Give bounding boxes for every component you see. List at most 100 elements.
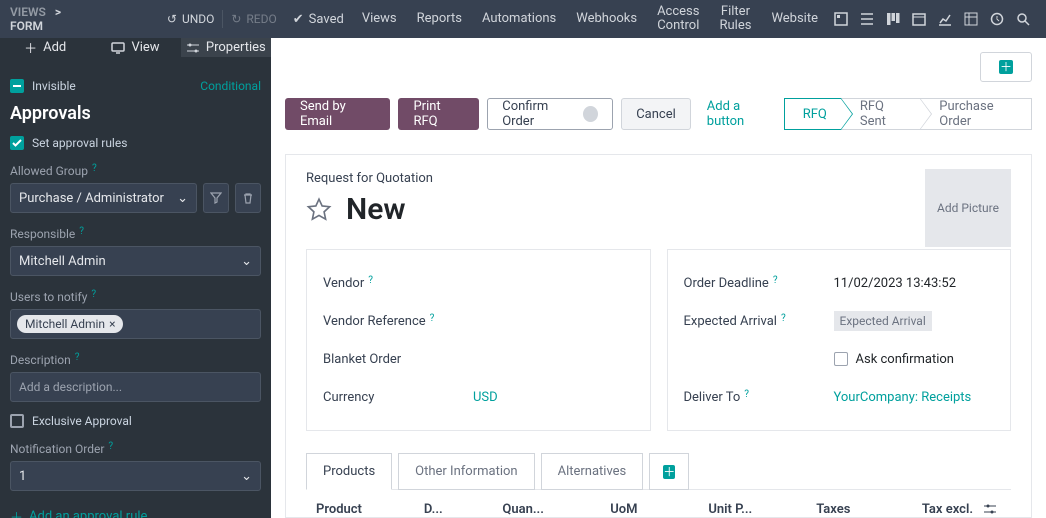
view-form-icon[interactable] xyxy=(828,4,854,34)
menu-access-control[interactable]: Access Control xyxy=(647,0,709,38)
view-search-icon[interactable] xyxy=(1010,4,1036,34)
view-list-icon[interactable] xyxy=(854,4,880,34)
add-approval-rule[interactable]: ＋ Add an approval rule xyxy=(10,507,147,518)
menu-automations[interactable]: Automations xyxy=(472,0,566,38)
chevron-down-icon: ⌄ xyxy=(241,254,252,269)
menu-filter-rules[interactable]: Filter Rules xyxy=(709,0,761,38)
users-notify-label: Users to notify? xyxy=(10,290,261,304)
col-tax-excl[interactable]: Tax excl. xyxy=(905,502,984,517)
col-product[interactable]: Product xyxy=(316,502,424,517)
responsible-label: Responsible? xyxy=(10,227,261,241)
expected-placeholder[interactable]: Expected Arrival xyxy=(834,311,932,331)
remove-tag-icon[interactable]: × xyxy=(109,317,115,331)
col-unit-price[interactable]: Unit P... xyxy=(708,502,816,517)
send-email-button[interactable]: Send by Email xyxy=(285,98,390,130)
add-smart-button[interactable]: ＋ xyxy=(980,52,1032,82)
currency-value[interactable]: USD xyxy=(473,390,498,405)
tab-other-information[interactable]: Other Information xyxy=(398,453,534,490)
menu-webhooks[interactable]: Webhooks xyxy=(566,0,647,38)
breadcrumb-current: FORM xyxy=(10,19,43,33)
exclusive-label: Exclusive Approval xyxy=(32,414,132,428)
col-description[interactable]: D... xyxy=(424,502,503,517)
tab-alternatives[interactable]: Alternatives xyxy=(541,453,644,490)
view-calendar-icon[interactable] xyxy=(906,4,932,34)
star-icon[interactable] xyxy=(306,197,332,223)
help-icon[interactable]: ? xyxy=(781,313,786,324)
conditional-link[interactable]: Conditional xyxy=(200,79,261,93)
confirm-order-button[interactable]: Confirm Order xyxy=(487,98,613,130)
plus-square-icon: ＋ xyxy=(663,465,675,479)
monitor-icon xyxy=(111,42,125,54)
status-rfq[interactable]: RFQ xyxy=(784,98,841,130)
view-kanban-icon[interactable] xyxy=(880,4,906,34)
redo-button[interactable]: ↻ REDO xyxy=(223,4,284,34)
doc-name[interactable]: New xyxy=(346,192,406,227)
print-rfq-button[interactable]: Print RFQ xyxy=(398,98,479,130)
tab-add[interactable]: ＋ xyxy=(649,453,689,490)
filter-icon[interactable] xyxy=(203,183,229,213)
help-icon[interactable]: ? xyxy=(744,389,749,400)
description-input[interactable]: Add a description... xyxy=(10,372,261,402)
chevron-down-icon: ⌄ xyxy=(177,191,188,206)
menu-website[interactable]: Website xyxy=(761,0,828,38)
plus-square-icon: ＋ xyxy=(999,60,1013,74)
breadcrumb-root[interactable]: VIEWS xyxy=(10,5,46,19)
tab-products[interactable]: Products xyxy=(306,453,392,490)
help-icon[interactable]: ? xyxy=(773,275,778,286)
users-notify-input[interactable]: Mitchell Admin × xyxy=(10,309,261,339)
ask-confirmation-checkbox[interactable] xyxy=(834,352,848,366)
notif-order-select[interactable]: 1 ⌄ xyxy=(10,461,261,491)
description-label: Description? xyxy=(10,353,261,367)
help-icon[interactable]: ? xyxy=(91,289,96,300)
vendor-ref-label: Vendor Reference? xyxy=(323,314,473,329)
sidebar-tab-properties[interactable]: Properties xyxy=(181,38,271,57)
form-sheet: Request for Quotation New Add Picture Ve… xyxy=(285,154,1032,518)
deliver-to-value[interactable]: YourCompany: Receipts xyxy=(834,390,972,405)
col-taxes[interactable]: Taxes xyxy=(816,502,904,517)
deliver-to-label: Deliver To? xyxy=(684,390,834,405)
menu-reports[interactable]: Reports xyxy=(407,0,472,38)
view-pivot-icon[interactable] xyxy=(958,4,984,34)
right-column: Order Deadline? 11/02/2023 13:43:52 Expe… xyxy=(667,249,1012,431)
tag: Mitchell Admin × xyxy=(17,315,123,333)
undo-button[interactable]: ↺ UNDO xyxy=(159,4,223,34)
menu-views[interactable]: Views xyxy=(352,0,407,38)
help-icon[interactable]: ? xyxy=(430,313,435,324)
view-gantt-icon[interactable] xyxy=(984,4,1010,34)
deadline-label: Order Deadline? xyxy=(684,276,834,291)
add-picture[interactable]: Add Picture xyxy=(925,169,1011,247)
allowed-group-label: Allowed Group? xyxy=(10,164,261,178)
avatar-icon xyxy=(583,106,598,122)
allowed-group-select[interactable]: Purchase / Administrator ⌄ xyxy=(10,183,197,213)
help-icon[interactable]: ? xyxy=(75,352,80,363)
topbar: VIEWS > FORM ↺ UNDO ↻ REDO ✔ Saved Views… xyxy=(0,0,1046,38)
view-graph-icon[interactable] xyxy=(932,4,958,34)
trash-icon[interactable] xyxy=(235,183,261,213)
cancel-button[interactable]: Cancel xyxy=(621,98,691,130)
set-rules-checkbox[interactable] xyxy=(10,136,24,150)
help-icon[interactable]: ? xyxy=(368,275,373,286)
breadcrumb-separator: > xyxy=(55,5,61,19)
plus-icon: ＋ xyxy=(10,507,23,518)
sidebar-tab-add[interactable]: ＋ Add xyxy=(0,38,90,57)
ask-confirmation-label: Ask confirmation xyxy=(856,352,955,367)
responsible-select[interactable]: Mitchell Admin ⌄ xyxy=(10,246,261,276)
plus-icon: ＋ xyxy=(24,38,37,57)
exclusive-checkbox[interactable] xyxy=(10,414,24,428)
status-purchase-order[interactable]: Purchase Order xyxy=(920,98,1032,130)
deadline-value[interactable]: 11/02/2023 13:43:52 xyxy=(834,276,957,291)
add-button-link[interactable]: Add a button xyxy=(707,99,776,129)
col-uom[interactable]: UoM xyxy=(610,502,708,517)
help-icon[interactable]: ? xyxy=(79,226,84,237)
invisible-checkbox[interactable] xyxy=(10,79,24,93)
sliders-icon xyxy=(186,42,200,54)
breadcrumb[interactable]: VIEWS > FORM xyxy=(10,5,95,33)
columns-settings-icon[interactable] xyxy=(983,502,1001,517)
sidebar-tab-view[interactable]: View xyxy=(90,38,180,57)
currency-label: Currency xyxy=(323,390,473,405)
vendor-label: Vendor? xyxy=(323,276,473,291)
col-quantity[interactable]: Quan... xyxy=(502,502,610,517)
help-icon[interactable]: ? xyxy=(92,163,97,174)
table-header: Product D... Quan... UoM Unit P... Taxes… xyxy=(306,489,1011,517)
help-icon[interactable]: ? xyxy=(108,441,113,452)
